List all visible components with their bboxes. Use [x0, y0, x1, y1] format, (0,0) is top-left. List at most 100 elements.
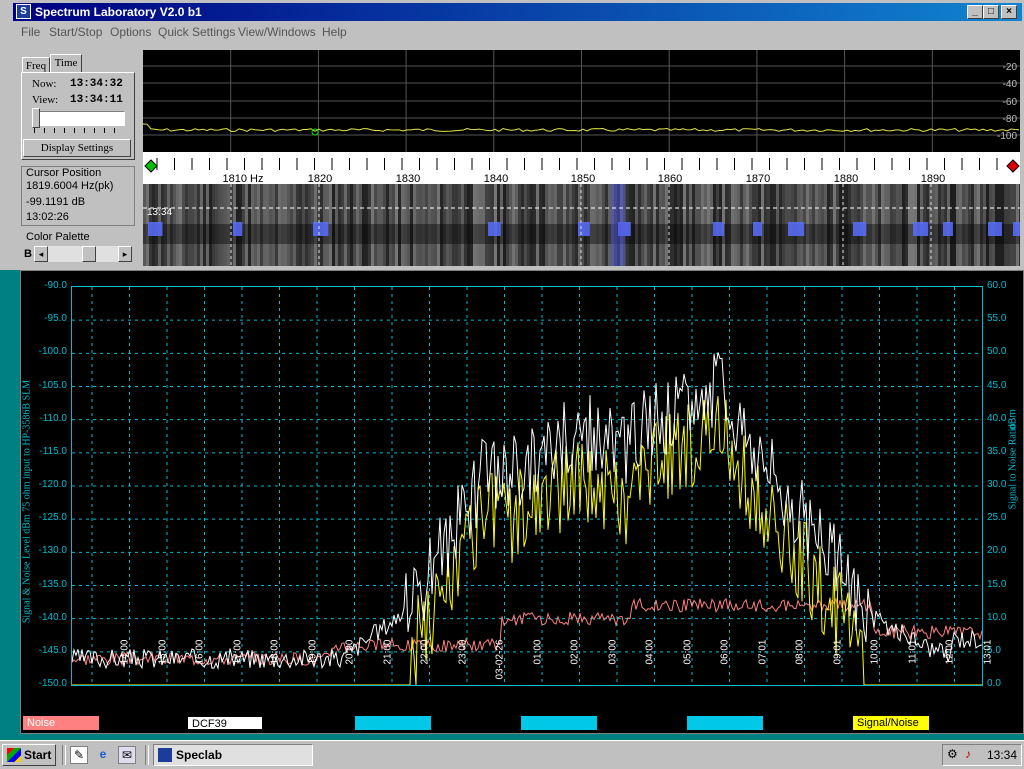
spectrum-cursor-marker	[311, 128, 319, 136]
waterfall-signal	[1013, 222, 1020, 236]
menu-help[interactable]: Help	[322, 25, 347, 39]
desktop-quicklaunch-icon[interactable]: ✎	[70, 746, 88, 764]
ruler-freq-label: 1880	[834, 173, 858, 184]
menu-file[interactable]: File	[21, 25, 40, 39]
time-tick-label: 10:00	[869, 639, 881, 665]
speclab-task-button[interactable]: Speclab	[153, 744, 313, 766]
left-tick-label: -95.0	[44, 313, 67, 325]
time-tick-label: 14:00	[119, 639, 131, 665]
start-button[interactable]: Start	[2, 744, 56, 766]
waterfall-svg: 13:34	[143, 184, 1020, 266]
legend-noise[interactable]: Noise	[23, 716, 99, 730]
time-tick-label: 07:01	[757, 639, 768, 665]
waterfall-display[interactable]: 13:34	[143, 184, 1020, 266]
windows-logo-icon	[7, 748, 21, 762]
menu-quick-settings[interactable]: Quick Settings	[158, 25, 235, 39]
time-tick-label: 11:01	[907, 639, 918, 664]
ie-quicklaunch-icon[interactable]: e	[95, 746, 111, 762]
legend-snr[interactable]: Signal/Noise	[853, 716, 929, 730]
right-tick-label: 55.0	[987, 313, 1007, 325]
scroll-left-icon[interactable]: ◂	[34, 246, 48, 262]
time-slider-thumb[interactable]	[32, 108, 40, 128]
outlook-quicklaunch-icon[interactable]: ✉	[118, 746, 136, 764]
volume-icon[interactable]: ♪	[965, 747, 971, 761]
spectrum-db-label: -20	[1003, 62, 1018, 73]
waterfall-signal	[943, 222, 953, 236]
app-icon[interactable]: S	[16, 4, 31, 19]
waterfall-signal	[233, 222, 243, 236]
time-tick-label: 15:00	[157, 639, 168, 665]
time-tick-label: 23:00	[457, 639, 468, 665]
waterfall-signal	[853, 222, 867, 236]
legend-slot-1[interactable]	[355, 716, 431, 730]
plot-area[interactable]	[71, 286, 983, 686]
ruler-freq-label: 1830	[396, 173, 420, 184]
scroll-right-icon[interactable]: ▸	[118, 246, 132, 262]
waterfall-signal	[913, 222, 929, 236]
ruler-freq-label: 1850	[571, 173, 595, 184]
minimize-button[interactable]: _	[967, 5, 983, 19]
snr-trace	[72, 396, 982, 685]
legend-slot-3[interactable]	[687, 716, 763, 730]
ruler-svg: 1810 Hz 1820 1830 1840 1850 1860 1870 1880 1890	[144, 158, 1020, 185]
ruler-freq-label: 1820	[308, 173, 332, 184]
spectrum-display[interactable]: -20 -40 -60 -80 -100	[142, 50, 1020, 152]
spectrum-db-label: -100	[997, 131, 1017, 142]
ruler-freq-label: 1870	[746, 173, 770, 184]
ruler-freq-label: 1860	[658, 173, 682, 184]
time-tick-label: 06:00	[719, 639, 731, 665]
time-tick-label: 03:00	[607, 639, 618, 665]
title-bar[interactable]: S Spectrum Laboratory V2.0 b1 _ □ ×	[13, 3, 1022, 21]
tray-icon[interactable]: ⚙	[947, 747, 958, 761]
ruler-left-marker-icon	[144, 159, 158, 173]
left-tick-label: -120.0	[38, 479, 67, 490]
maximize-button[interactable]: □	[983, 5, 999, 19]
left-axis-title: Signal & Noise Level dBm 75 ohm input to…	[21, 379, 33, 624]
left-tick-label: -90.0	[44, 280, 67, 291]
taskbar: Start ✎ e ✉ Speclab ⚙ ♪ 13:34	[0, 740, 1024, 769]
waterfall-signal	[148, 222, 163, 236]
legend-slot-2[interactable]	[521, 716, 597, 730]
start-label: Start	[24, 748, 52, 762]
time-slider-track[interactable]	[32, 111, 125, 126]
plot-window[interactable]: -90.0 -95.0 -100.0 -105.0 -110.0 -115.0 -120.0…	[20, 270, 1024, 734]
menu-bar: File Start/Stop Options Quick Settings V…	[13, 22, 1022, 42]
display-settings-button[interactable]: Display Settings	[23, 139, 131, 157]
waterfall-signal	[788, 222, 805, 236]
menu-start-stop[interactable]: Start/Stop	[49, 25, 102, 39]
right-tick-label: 20.0	[987, 545, 1007, 557]
menu-options[interactable]: Options	[110, 25, 151, 39]
time-tick-label: 18:00	[269, 639, 281, 665]
waterfall-signal	[753, 222, 763, 236]
palette-scroll-thumb[interactable]	[82, 246, 96, 262]
slider-ticks	[34, 128, 124, 133]
waterfall-signal	[988, 222, 1002, 236]
frequency-ruler[interactable]: 1810 Hz 1820 1830 1840 1850 1860 1870 1880 1890	[143, 152, 1020, 185]
plot-svg	[72, 287, 982, 685]
legend-dcf39[interactable]: DCF39	[187, 716, 263, 730]
ruler-freq-label: 1840	[484, 173, 508, 184]
system-tray: ⚙ ♪ 13:34	[942, 744, 1022, 766]
time-tick-label: 22:00	[419, 639, 431, 665]
now-label: Now:	[32, 78, 57, 90]
speclab-task-label: Speclab	[176, 748, 223, 762]
signal-trace	[72, 352, 982, 671]
right-axis-title-dbm: dBm	[1007, 409, 1019, 430]
right-tick-label: 45.0	[987, 379, 1007, 391]
color-palette-title: Color Palette	[26, 231, 90, 243]
menu-view-windows[interactable]: View/Windows	[238, 25, 316, 39]
close-button[interactable]: ×	[1001, 5, 1017, 19]
left-tick-label: -135.0	[38, 578, 67, 590]
left-tick-label: -125.0	[38, 512, 67, 524]
time-tick-label: 09:01	[832, 639, 843, 665]
time-tick-label: 21:00	[382, 639, 393, 665]
tab-time[interactable]: Time	[50, 54, 82, 73]
right-tick-label: 30.0	[987, 479, 1007, 490]
time-tick-label: 19:00	[307, 639, 318, 665]
right-tick-label: 40.0	[987, 412, 1007, 424]
cursor-db: -99.1191 dB	[26, 196, 86, 208]
window-title: Spectrum Laboratory V2.0 b1	[35, 5, 202, 19]
time-tick-label: 12:00	[944, 639, 956, 665]
spectrum-svg: -20 -40 -60 -80 -100	[142, 50, 1020, 152]
time-tick-label: 13:01	[982, 639, 993, 665]
